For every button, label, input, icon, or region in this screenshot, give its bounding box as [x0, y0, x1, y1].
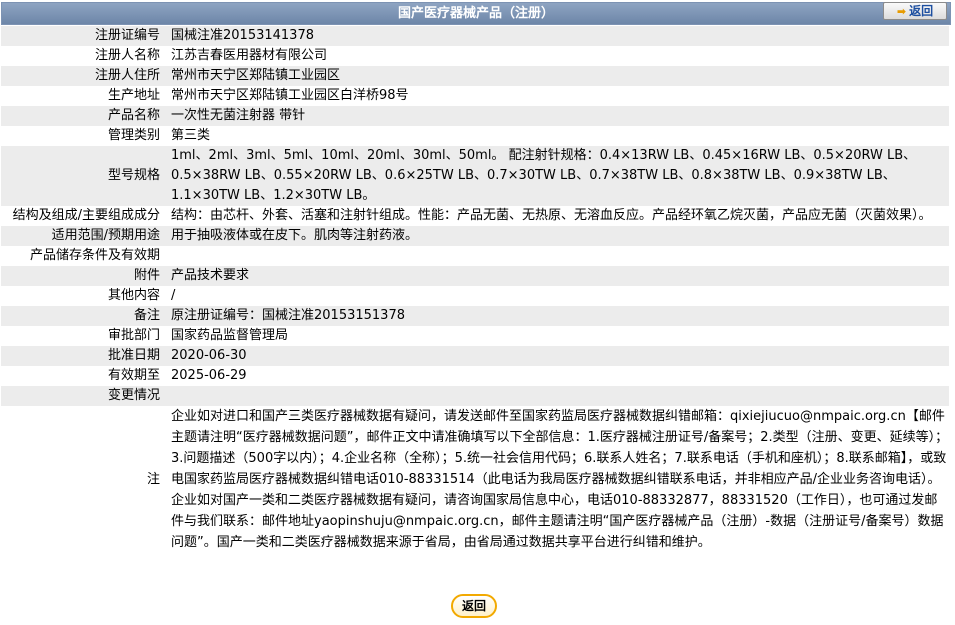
arrow-right-icon: ➡ [896, 5, 907, 18]
back-button-label: 返回 [909, 4, 934, 18]
row-label: 注 [146, 471, 160, 487]
page-title: 国产医疗器械产品（注册） [1, 2, 951, 25]
table-row: 产品名称 一次性无菌注射器 带针 [1, 106, 949, 126]
row-value: 原注册证编号：国械注准20153151378 [164, 306, 949, 326]
table-row: 结构及组成/主要组成成分 结构：由芯杆、外套、活塞和注射针组成。性能：产品无菌、无… [1, 206, 949, 226]
row-value: 国械注准20153141378 [164, 26, 949, 46]
row-label: 产品名称 [1, 106, 164, 126]
row-label: 结构及组成/主要组成成分 [12, 208, 160, 223]
row-label: 注册人住所 [1, 66, 164, 86]
table-row: 备注 原注册证编号：国械注准20153151378 [1, 306, 949, 326]
row-label: 管理类别 [107, 128, 160, 143]
row-label: 适用范围/预期用途 [1, 226, 164, 246]
page-title-text: 国产医疗器械产品（注册） [397, 6, 554, 21]
row-value: 一次性无菌注射器 带针 [164, 106, 949, 126]
product-detail-table: 注册证编号 国械注准20153141378 注册人名称 江苏吉春医用器材有限公司 注册人… [1, 26, 949, 553]
row-value: 2020-06-30 [164, 346, 949, 366]
row-label: 附件 [1, 266, 164, 286]
table-row: 生产地址 常州市天宁区郑陆镇工业园区白洋桥98号 [1, 86, 949, 106]
row-value: 常州市天宁区郑陆镇工业园区 [164, 66, 949, 86]
table-row: 注册人住所 常州市天宁区郑陆镇工业园区 [1, 66, 949, 86]
row-value: 国家药品监督管理局 [171, 328, 289, 343]
table-row: 其他内容 / [1, 286, 949, 306]
row-value: 产品技术要求 [164, 266, 949, 286]
table-row: 管理类别 第三类 [1, 126, 949, 146]
row-label: 变更情况 [1, 386, 164, 406]
row-label: 批准日期 [1, 346, 164, 366]
table-row: 注企业如对进口和国产三类医疗器械数据有疑问，请发送邮件至国家药监局医疗器械数据纠… [1, 406, 949, 553]
row-label: 审批部门 [107, 328, 160, 343]
row-value: 企业如对进口和国产三类医疗器械数据有疑问，请发送邮件至国家药监局医疗器械数据纠错… [171, 409, 949, 550]
row-value: 用于抽吸液体或在皮下。肌肉等注射药液。 [164, 226, 949, 246]
row-label: 产品储存条件及有效期 [29, 248, 160, 263]
row-value [164, 386, 949, 406]
table-row: 注册证编号 国械注准20153141378 [1, 26, 949, 46]
row-value: / [171, 288, 176, 303]
row-value: 结构：由芯杆、外套、活塞和注射针组成。性能：产品无菌、无热原、无溶血反应。产品经… [171, 208, 932, 223]
row-value: 2025-06-29 [171, 368, 247, 383]
row-label: 型号规格 [1, 146, 164, 206]
table-row: 产品储存条件及有效期 [1, 246, 949, 266]
row-value: 江苏吉春医用器材有限公司 [171, 48, 328, 63]
row-label: 备注 [1, 306, 164, 326]
row-label: 注册证编号 [1, 26, 164, 46]
table-row: 审批部门 国家药品监督管理局 [1, 326, 949, 346]
row-value: 第三类 [171, 128, 211, 143]
table-row: 批准日期 2020-06-30 [1, 346, 949, 366]
row-label: 其他内容 [107, 288, 160, 303]
table-row: 有效期至 2025-06-29 [1, 366, 949, 386]
row-label: 有效期至 [107, 368, 160, 383]
row-value [164, 246, 949, 266]
row-label: 生产地址 [107, 88, 160, 103]
row-value: 1ml、2ml、3ml、5ml、10ml、20ml、30ml、50ml。 配注射… [164, 146, 949, 206]
row-label: 注册人名称 [94, 48, 160, 63]
table-row: 附件 产品技术要求 [1, 266, 949, 286]
back-button-bottom[interactable]: 返回 [451, 594, 497, 618]
back-button-label: 返回 [461, 599, 486, 613]
back-button-top[interactable]: ➡ 返回 [883, 2, 947, 20]
table-row: 型号规格 1ml、2ml、3ml、5ml、10ml、20ml、30ml、50ml。… [1, 146, 949, 206]
table-row: 变更情况 [1, 386, 949, 406]
table-row: 注册人名称 江苏吉春医用器材有限公司 [1, 46, 949, 66]
row-value: 常州市天宁区郑陆镇工业园区白洋桥98号 [171, 88, 409, 103]
table-row: 适用范围/预期用途 用于抽吸液体或在皮下。肌肉等注射药液。 [1, 226, 949, 246]
